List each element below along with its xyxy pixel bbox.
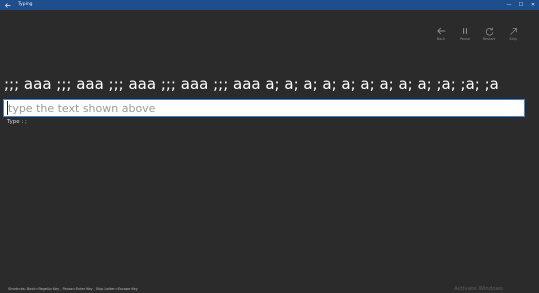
back-arrow-icon (436, 26, 446, 36)
activate-windows-watermark: Activate Windows (454, 286, 503, 292)
window-title: Typing (18, 2, 33, 7)
pause-button[interactable]: Pause (453, 26, 477, 41)
command-bar: Back Pause Restart Skip (429, 26, 525, 41)
skip-icon (508, 26, 518, 36)
typing-input[interactable] (3, 99, 525, 117)
restart-icon (484, 26, 494, 36)
type-hint: Type : ; (7, 119, 27, 125)
close-button[interactable]: ✕ (527, 0, 539, 10)
maximize-button[interactable]: ☐ (515, 0, 527, 10)
shortcuts-help: Shortcuts: Back=PageUp Key , Pause=Enter… (8, 287, 138, 291)
prompt-text: ;;; aaa ;;; aaa ;;; aaa ;;; aaa ;;; aaa … (4, 75, 499, 93)
close-icon: ✕ (530, 2, 536, 8)
restart-button[interactable]: Restart (477, 26, 501, 41)
skip-label: Skip (509, 37, 517, 41)
back-label: Back (436, 37, 446, 41)
text-caret (7, 101, 8, 115)
minimize-button[interactable]: — (503, 0, 515, 10)
window-controls: — ☐ ✕ (503, 0, 539, 10)
pause-label: Pause (459, 37, 471, 41)
skip-button[interactable]: Skip (501, 26, 525, 41)
back-arrow-icon[interactable] (3, 0, 13, 10)
title-bar: Typing — ☐ ✕ (0, 0, 539, 10)
back-button[interactable]: Back (429, 26, 453, 41)
pause-icon (460, 26, 470, 36)
restart-label: Restart (482, 37, 496, 41)
maximize-icon: ☐ (518, 2, 524, 8)
minimize-icon: — (506, 2, 512, 8)
